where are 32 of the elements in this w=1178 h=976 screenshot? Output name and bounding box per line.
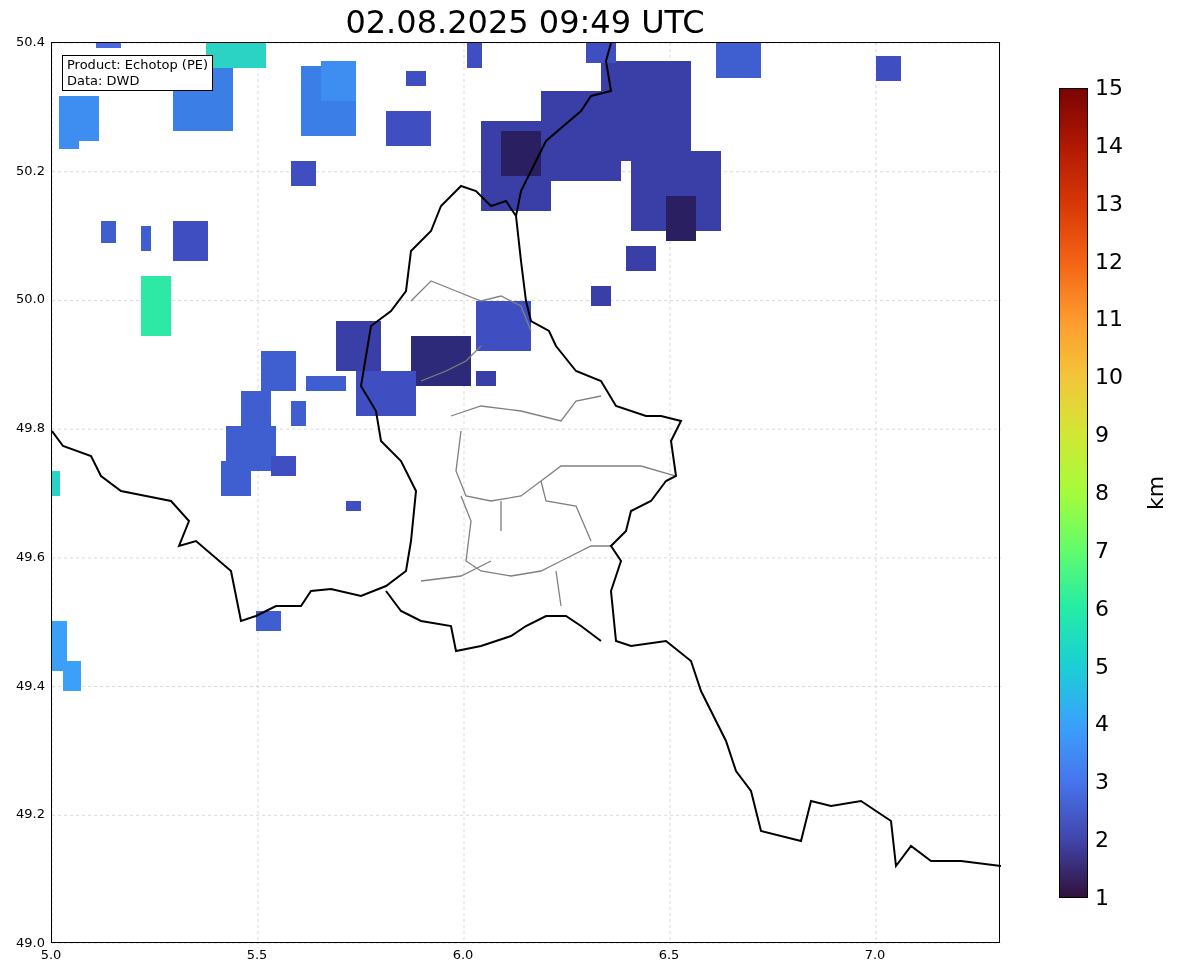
colorbar-tick-label: 13 <box>1095 190 1123 217</box>
x-tick-label: 6.5 <box>657 947 681 963</box>
x-tick-label: 5.0 <box>39 947 63 963</box>
y-tick-label: 50.2 <box>16 162 45 179</box>
colorbar-tick-label: 12 <box>1095 248 1123 275</box>
info-text: Data: DWD <box>67 73 141 89</box>
colorbar-tick-label: 15 <box>1095 75 1123 101</box>
colorbar-tick-label: 6 <box>1095 595 1109 622</box>
x-tick-label: 7.0 <box>863 947 887 963</box>
colorbar-tick-label: 4 <box>1095 711 1109 738</box>
colorbar-tick-label: 10 <box>1095 364 1123 391</box>
x-tick-label: 6.0 <box>451 947 475 963</box>
colorbar-tick-label: 5 <box>1095 653 1109 680</box>
colorbar-tick-label: 1 <box>1095 885 1109 911</box>
colorbar-label: km <box>1143 475 1170 511</box>
y-tick-label: 50.4 <box>16 34 45 50</box>
colorbar-tick-label: 3 <box>1095 769 1109 796</box>
chart-title: 02.08.2025 09:49 UTC <box>345 2 705 42</box>
colorbar-tick-label: 9 <box>1095 422 1109 449</box>
y-tick-label: 49.2 <box>16 806 45 823</box>
y-tick-label: 50.0 <box>16 291 45 308</box>
colorbar-tick-label: 2 <box>1095 827 1109 854</box>
y-tick-label: 49.0 <box>16 935 45 950</box>
colorbar-tick-label: 7 <box>1095 537 1109 564</box>
colorbar-tick-label: 8 <box>1095 480 1109 506</box>
x-tick-label: 5.5 <box>245 947 269 963</box>
colorbar-tick-label: 11 <box>1095 306 1123 333</box>
y-tick-label: 49.6 <box>16 548 45 565</box>
colorbar-tick-label: 14 <box>1095 132 1123 159</box>
y-tick-label: 49.4 <box>16 677 45 694</box>
info-text: Product: Echotop (PE) <box>67 57 209 73</box>
y-tick-label: 49.8 <box>16 420 45 437</box>
